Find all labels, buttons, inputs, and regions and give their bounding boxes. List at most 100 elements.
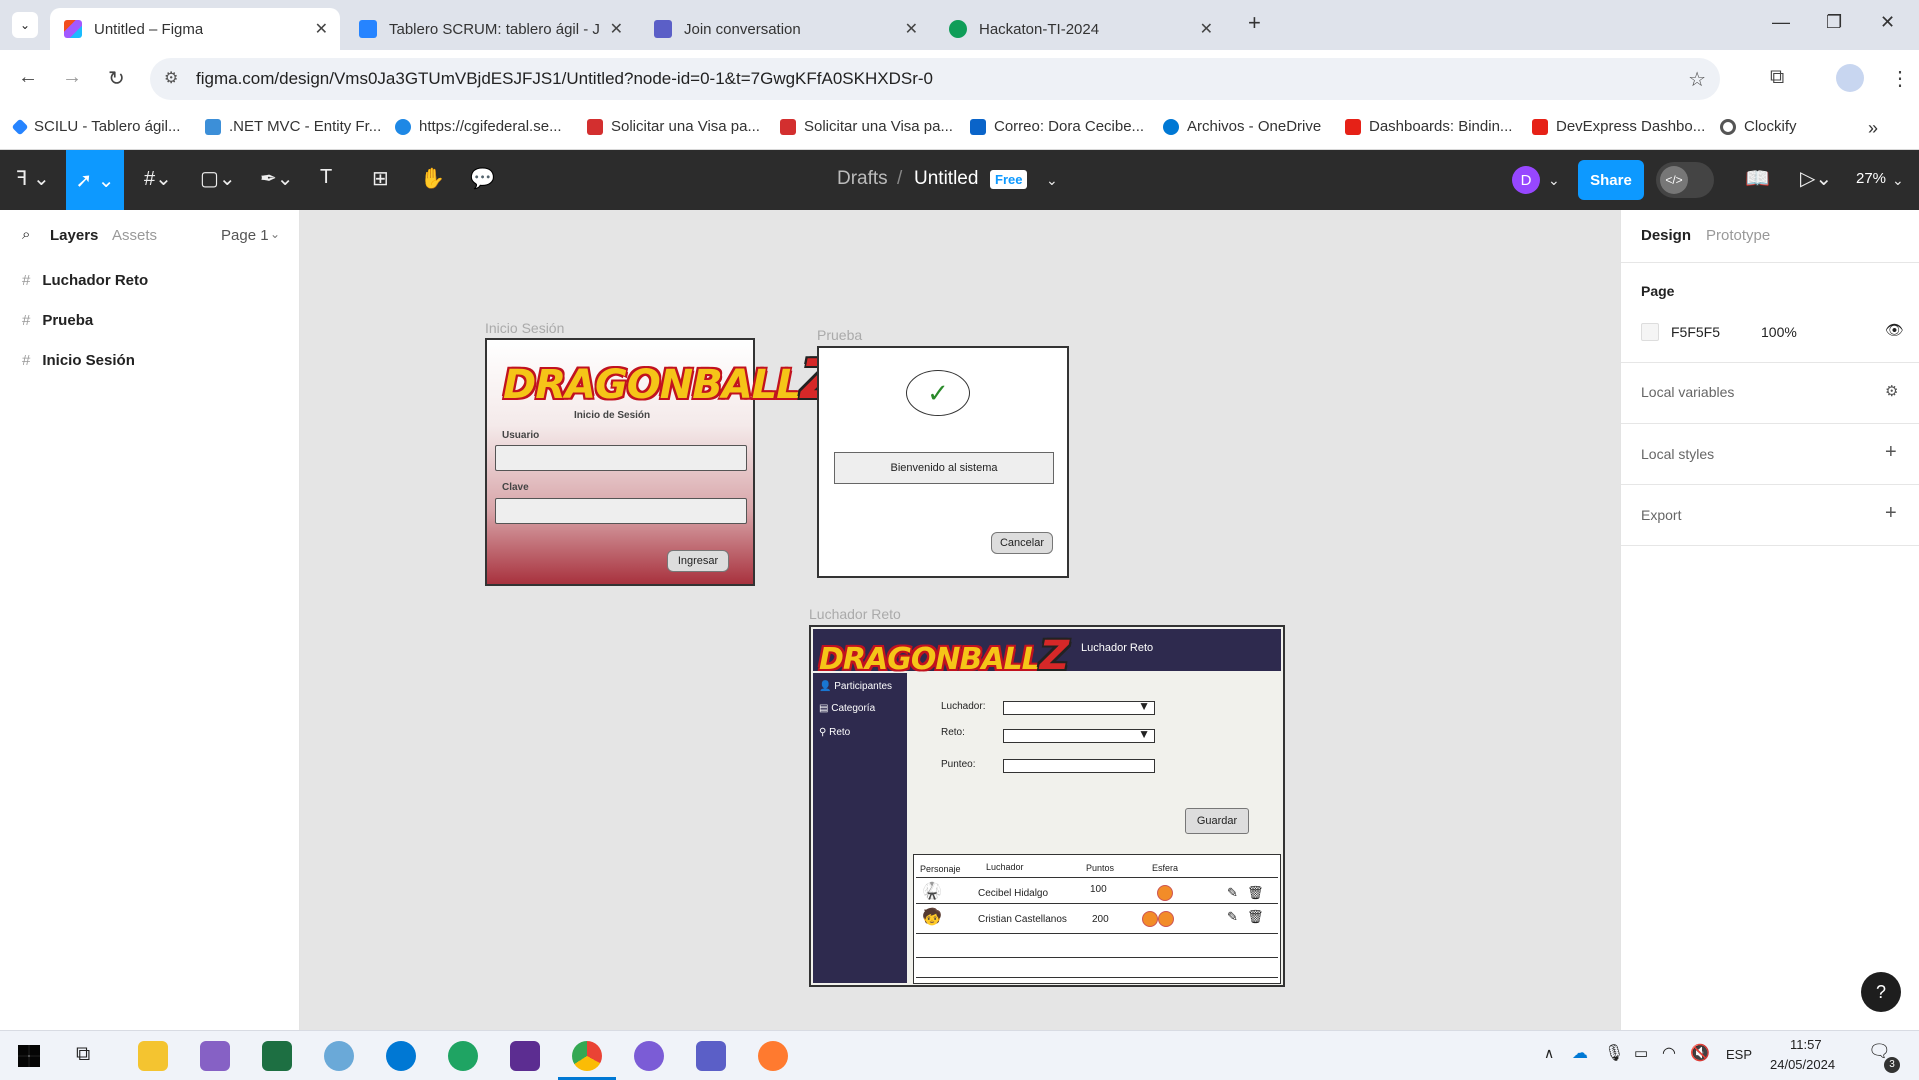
- tab-design[interactable]: Design: [1641, 227, 1691, 244]
- forward-icon[interactable]: →: [62, 66, 82, 89]
- page-color-value[interactable]: F5F5F5: [1671, 324, 1720, 340]
- bookmark-item[interactable]: https://cgifederal.se...: [395, 118, 562, 135]
- window-close-icon[interactable]: ✕: [1880, 12, 1895, 33]
- layer-item[interactable]: # Inicio Sesión: [22, 352, 135, 369]
- page-color-swatch[interactable]: [1641, 323, 1659, 341]
- tab-figma[interactable]: Untitled – Figma ✕: [50, 8, 340, 50]
- help-button[interactable]: ?: [1861, 972, 1901, 1012]
- eye-icon[interactable]: 👁: [1885, 321, 1904, 339]
- chrome-menu-icon[interactable]: ⋮: [1890, 66, 1910, 91]
- tab-search-button[interactable]: ⌄: [12, 12, 38, 38]
- dev-mode-toggle[interactable]: </>: [1656, 162, 1714, 198]
- frame-label[interactable]: Luchador Reto: [809, 606, 901, 622]
- teams-icon[interactable]: [696, 1041, 726, 1071]
- bookmark-item[interactable]: Dashboards: Bindin...: [1345, 118, 1512, 135]
- wifi-icon[interactable]: ◠: [1662, 1043, 1676, 1063]
- zoom-level[interactable]: 27%: [1856, 170, 1886, 187]
- reload-icon[interactable]: ↻: [108, 66, 125, 91]
- bookmark-item[interactable]: .NET MVC - Entity Fr...: [205, 118, 381, 135]
- extensions-icon[interactable]: ⧉: [1770, 66, 1784, 89]
- tab-jira[interactable]: Tablero SCRUM: tablero ágil - Ji ✕: [345, 8, 635, 50]
- close-icon[interactable]: ✕: [315, 19, 328, 39]
- add-export-icon[interactable]: +: [1885, 502, 1897, 525]
- comment-icon[interactable]: 💬: [470, 166, 495, 191]
- frame-label[interactable]: Inicio Sesión: [485, 320, 564, 336]
- bookmark-item[interactable]: Clockify: [1720, 118, 1797, 135]
- layer-item[interactable]: # Prueba: [22, 312, 93, 329]
- microphone-icon[interactable]: 🎙: [1604, 1043, 1624, 1063]
- local-variables[interactable]: Local variables: [1641, 384, 1734, 400]
- breadcrumb-drafts[interactable]: Drafts: [837, 168, 888, 190]
- tab-prototype[interactable]: Prototype: [1706, 227, 1770, 244]
- resources-icon[interactable]: ⊞: [372, 166, 389, 191]
- visual-studio-icon[interactable]: [200, 1041, 230, 1071]
- excel-icon[interactable]: [262, 1041, 292, 1071]
- bookmark-item[interactable]: DevExpress Dashbo...: [1532, 118, 1705, 135]
- site-info-icon[interactable]: ⚙: [164, 68, 178, 88]
- chevron-down-icon[interactable]: ⌄: [270, 227, 280, 241]
- paint-icon[interactable]: [324, 1041, 354, 1071]
- clock-time[interactable]: 11:57: [1790, 1037, 1822, 1052]
- frame-tool-icon[interactable]: #⌄: [144, 166, 172, 191]
- tab-assets[interactable]: Assets: [112, 227, 157, 244]
- text-tool-icon[interactable]: T: [320, 166, 332, 189]
- tab-teams[interactable]: Join conversation ✕: [640, 8, 930, 50]
- page-selector[interactable]: Page 1: [221, 227, 269, 244]
- page-opacity-value[interactable]: 100%: [1761, 324, 1797, 340]
- close-icon[interactable]: ✕: [905, 19, 918, 39]
- edge-icon[interactable]: [448, 1041, 478, 1071]
- share-button[interactable]: Share: [1578, 160, 1644, 200]
- tab-sheets[interactable]: Hackaton-TI-2024 ✕: [935, 8, 1225, 50]
- bookmark-item[interactable]: Solicitar una Visa pa...: [780, 118, 953, 135]
- bookmark-item[interactable]: Archivos - OneDrive: [1163, 118, 1321, 135]
- profile-icon[interactable]: [1836, 64, 1864, 92]
- layer-item[interactable]: # Luchador Reto: [22, 272, 148, 289]
- local-styles[interactable]: Local styles: [1641, 446, 1714, 462]
- file-explorer-icon[interactable]: [138, 1041, 168, 1071]
- present-icon[interactable]: ▷⌄: [1800, 166, 1832, 191]
- chrome-icon[interactable]: [572, 1041, 602, 1071]
- bookmark-star-icon[interactable]: ☆: [1688, 67, 1706, 92]
- minimize-icon[interactable]: —: [1772, 12, 1790, 33]
- pen-tool-icon[interactable]: ✒⌄: [260, 166, 294, 191]
- copilot-icon[interactable]: [634, 1041, 664, 1071]
- frame-prueba[interactable]: ✓ Bienvenido al sistema Cancelar: [817, 346, 1069, 578]
- library-icon[interactable]: 📖: [1745, 166, 1770, 191]
- move-tool[interactable]: ➚ ⌄: [66, 150, 124, 210]
- tab-layers[interactable]: Layers: [50, 227, 98, 244]
- back-icon[interactable]: ←: [18, 66, 38, 89]
- hand-tool-icon[interactable]: ✋: [420, 166, 445, 191]
- search-icon[interactable]: ⌕: [22, 226, 30, 243]
- new-tab-button[interactable]: +: [1248, 10, 1261, 36]
- url-bar[interactable]: ⚙ figma.com/design/Vms0Ja3GTUmVBjdESJFJS…: [150, 58, 1720, 100]
- shape-tool-icon[interactable]: ▢⌄: [200, 166, 236, 191]
- vs-code-icon[interactable]: [510, 1041, 540, 1071]
- bookmark-item[interactable]: Solicitar una Visa pa...: [587, 118, 760, 135]
- export-section[interactable]: Export: [1641, 507, 1681, 523]
- more-bookmarks-icon[interactable]: »: [1868, 118, 1878, 139]
- variables-icon[interactable]: ⚙: [1885, 382, 1898, 400]
- tray-chevron-icon[interactable]: ∧: [1544, 1045, 1554, 1062]
- windows-start-icon[interactable]: [18, 1045, 40, 1067]
- task-view-icon[interactable]: ⧉: [76, 1043, 90, 1066]
- avatar[interactable]: D: [1512, 166, 1540, 194]
- frame-label[interactable]: Prueba: [817, 327, 862, 343]
- chevron-down-icon[interactable]: ⌄: [1548, 172, 1560, 189]
- bookmark-item[interactable]: SCILU - Tablero ágil...: [11, 118, 180, 135]
- chevron-down-icon[interactable]: ⌄: [1046, 172, 1058, 189]
- language-indicator[interactable]: ESP: [1726, 1047, 1752, 1062]
- figma-menu-icon[interactable]: ꟻ ⌄: [16, 166, 50, 191]
- close-icon[interactable]: ✕: [1200, 19, 1213, 39]
- volume-icon[interactable]: 🔇: [1690, 1043, 1710, 1063]
- close-icon[interactable]: ✕: [610, 19, 623, 39]
- frame-luchador-reto[interactable]: DRAGONBALLZ Luchador Reto 👤 Participante…: [809, 625, 1285, 987]
- onedrive-icon[interactable]: ☁: [1572, 1043, 1588, 1063]
- restore-icon[interactable]: ❐: [1826, 12, 1842, 33]
- design-canvas[interactable]: Inicio Sesión DRAGONBALLZ Inicio de Sesi…: [300, 210, 1620, 1030]
- pen-app-icon[interactable]: [758, 1041, 788, 1071]
- frame-login[interactable]: DRAGONBALLZ Inicio de Sesión Usuario Cla…: [485, 338, 840, 586]
- add-style-icon[interactable]: +: [1885, 441, 1897, 464]
- bookmark-item[interactable]: Correo: Dora Cecibe...: [970, 118, 1144, 135]
- phone-icon[interactable]: [386, 1041, 416, 1071]
- battery-icon[interactable]: ▭: [1634, 1044, 1648, 1062]
